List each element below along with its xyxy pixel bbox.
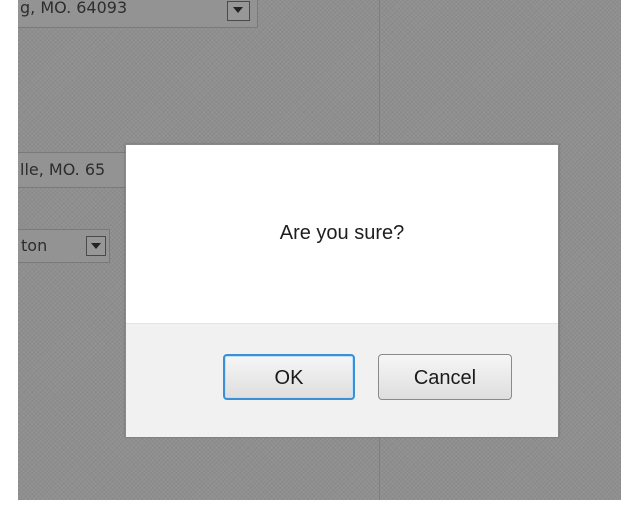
dialog-footer: OK Cancel <box>126 323 558 437</box>
address-select-1: g, MO. 64093 <box>18 0 258 28</box>
dialog-body: Are you sure? <box>126 145 558 323</box>
address-field-2-text: lle, MO. 65 <box>20 160 106 179</box>
address-select-1-text: g, MO. 64093 <box>20 0 128 17</box>
confirm-dialog: Are you sure? OK Cancel <box>125 144 559 437</box>
cancel-button[interactable]: Cancel <box>378 354 512 400</box>
address-select-3-text: ton <box>21 236 48 255</box>
address-field-2: lle, MO. 65 <box>18 152 133 188</box>
dialog-message: Are you sure? <box>279 222 405 244</box>
screen: g, MO. 64093 lle, MO. 65 ton Are you sur… <box>0 0 621 527</box>
dropdown-arrow-icon <box>86 236 106 256</box>
dropdown-arrow-icon <box>227 1 250 21</box>
ok-button[interactable]: OK <box>223 354 355 400</box>
